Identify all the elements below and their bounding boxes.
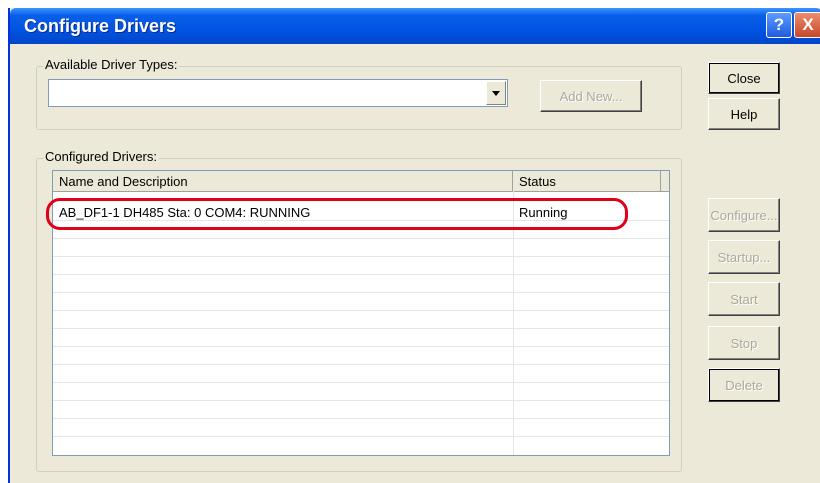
table-row[interactable] (53, 257, 669, 275)
column-header-status[interactable]: Status (513, 171, 661, 191)
table-row[interactable] (53, 311, 669, 329)
table-row[interactable] (53, 329, 669, 347)
question-mark-icon: ? (773, 15, 785, 34)
title-bar[interactable]: Configure Drivers ? X (10, 8, 820, 44)
table-row[interactable] (53, 419, 669, 437)
chevron-down-icon (492, 90, 500, 96)
close-button[interactable]: Close (708, 62, 780, 94)
configure-button[interactable]: Configure... (708, 198, 780, 232)
table-row[interactable] (53, 383, 669, 401)
highlight-annotation (46, 198, 628, 230)
delete-button[interactable]: Delete (708, 368, 780, 402)
close-title-button[interactable]: X (794, 12, 820, 38)
table-row[interactable] (53, 239, 669, 257)
available-driver-types-label: Available Driver Types: (43, 57, 180, 72)
column-header-name[interactable]: Name and Description (53, 171, 513, 191)
dropdown-button[interactable] (486, 81, 506, 105)
close-icon: X (802, 15, 814, 34)
configured-drivers-label: Configured Drivers: (43, 149, 159, 164)
table-row[interactable] (53, 275, 669, 293)
start-button[interactable]: Start (708, 282, 780, 316)
stop-button[interactable]: Stop (708, 326, 780, 360)
window-title: Configure Drivers (24, 16, 177, 36)
add-new-button[interactable]: Add New... (540, 80, 642, 112)
table-row[interactable] (53, 365, 669, 383)
startup-button[interactable]: Startup... (708, 240, 780, 274)
table-row[interactable] (53, 293, 669, 311)
table-row[interactable] (53, 347, 669, 365)
help-title-button[interactable]: ? (766, 12, 792, 38)
table-row[interactable] (53, 401, 669, 419)
list-header: Name and Description Status (53, 171, 669, 192)
driver-type-dropdown[interactable] (48, 79, 508, 107)
help-button[interactable]: Help (708, 98, 780, 130)
